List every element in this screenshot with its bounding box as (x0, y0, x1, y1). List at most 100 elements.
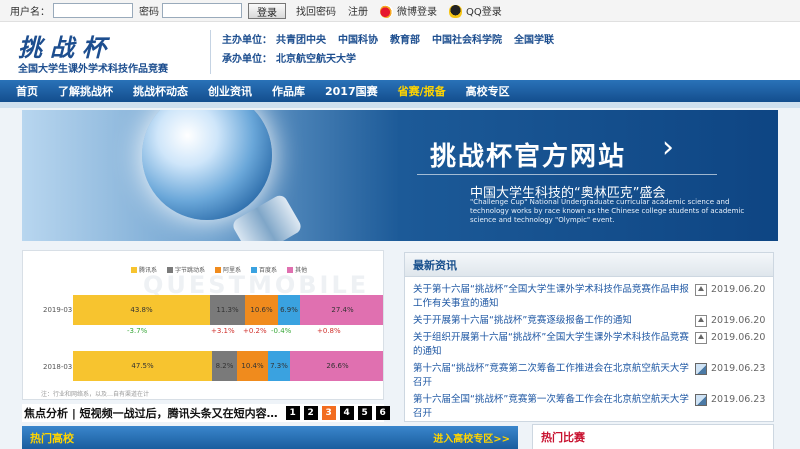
legend-item: 其他 (287, 265, 307, 274)
enter-schools-link[interactable]: 进入高校专区>> (433, 430, 510, 445)
password-label: 密码 (139, 7, 159, 18)
nav-home[interactable]: 首页 (16, 83, 38, 99)
bar-segment: 10.6% (245, 295, 278, 325)
legend-label: 阿里系 (223, 267, 242, 274)
username-label: 用户名： (10, 7, 50, 18)
news-item[interactable]: 第十六届“挑战杯”竞赛第二次筹备工作推进会在北京航空航天大学召开 2019.06… (413, 362, 767, 390)
register-link[interactable]: 注册 (348, 3, 368, 18)
legend-item: 腾讯系 (131, 265, 157, 274)
legend-swatch (251, 266, 258, 273)
bar-segment: 8.2% (212, 351, 237, 381)
login-button[interactable]: 登录 (248, 2, 286, 19)
pager-button[interactable]: 1 (285, 406, 300, 420)
legend-label: 其他 (295, 267, 308, 274)
banner-english: "Challenge Cup" National Undergraduate c… (470, 198, 745, 224)
password-input[interactable] (162, 3, 242, 18)
globe-image (142, 110, 272, 220)
banner-title: 挑战杯官方网站 (430, 142, 627, 172)
bar-segment: 47.5% (73, 351, 212, 381)
news-title[interactable]: 第十六届全国“挑战杯”竞赛第一次筹备工作会在北京航空航天大学召开 (413, 393, 693, 421)
nav-provincial[interactable]: 省赛/报备 (398, 83, 446, 99)
forgot-password-link[interactable]: 找回密码 (296, 3, 336, 18)
news-date: 2019.06.20 (711, 315, 766, 326)
legend-swatch (131, 266, 137, 273)
pager-button-active[interactable]: 3 (321, 406, 336, 420)
banner-divider (417, 174, 717, 175)
up-icon (695, 284, 707, 296)
host-label: 主办单位： (222, 35, 272, 46)
site-logo[interactable]: 挑战杯 (18, 28, 114, 63)
legend-item: 阿里系 (215, 265, 241, 274)
news-item[interactable]: 关于组织开展第十六届“挑战杯”全国大学生课外学术科技作品竞赛的通知 2019.0… (413, 331, 767, 359)
legend-swatch (287, 266, 294, 273)
qq-icon (449, 5, 462, 19)
delta-value: +3.1% (211, 327, 235, 335)
news-date: 2019.06.20 (711, 284, 766, 295)
news-item[interactable]: 第十六届全国“挑战杯”竞赛第一次筹备工作会在北京航空航天大学召开 2019.06… (413, 393, 767, 421)
nav-2017[interactable]: 2017国赛 (325, 83, 378, 99)
subnav-strip (0, 102, 800, 108)
up-icon (695, 332, 707, 344)
bar-segment: 6.9% (278, 295, 300, 325)
legend-label: 腾讯系 (139, 267, 158, 274)
feature-slide[interactable]: QUESTMOBILE 腾讯系 字节跳动系 阿里系 百度系 其他 2019-03… (22, 250, 384, 400)
chart-legend: 腾讯系 字节跳动系 阿里系 百度系 其他 (131, 265, 317, 274)
news-title[interactable]: 关于开展第十六届“挑战杯”竞赛逐级报备工作的通知 (413, 314, 693, 328)
news-title[interactable]: 关于第十六届“挑战杯”全国大学生课外学术科技作品竞赛作品申报工作有关事宜的通知 (413, 283, 693, 311)
pager-button[interactable]: 5 (357, 406, 372, 420)
nav-works[interactable]: 作品库 (272, 83, 305, 99)
news-item[interactable]: 关于第十六届“挑战杯”全国大学生课外学术科技作品竞赛作品申报工作有关事宜的通知 … (413, 283, 767, 311)
nav-news[interactable]: 挑战杯动态 (133, 83, 188, 99)
pager-button[interactable]: 4 (339, 406, 354, 420)
qq-login-link[interactable]: QQ登录 (449, 3, 502, 19)
bar-segment: 10.4% (237, 351, 268, 381)
delta-value: +0.8% (317, 327, 341, 335)
legend-label: 字节跳动系 (175, 267, 206, 274)
news-title[interactable]: 关于组织开展第十六届“挑战杯”全国大学生课外学术科技作品竞赛的通知 (413, 331, 693, 359)
hot-schools-header: 热门高校 进入高校专区>> (22, 426, 518, 449)
qq-login-label: QQ登录 (466, 6, 502, 18)
legend-item: 百度系 (251, 265, 277, 274)
hero-banner[interactable]: 挑战杯官方网站 › 中国大学生科技的“奥林匹克”盛会 "Challenge Cu… (22, 110, 778, 241)
legend-label: 百度系 (259, 267, 278, 274)
weibo-login-link[interactable]: 微博登录 (380, 3, 437, 19)
logo-subtitle: 全国大学生课外学术科技作品竞赛 (18, 64, 168, 75)
host-unit: 共青团中央 (276, 35, 326, 46)
slide-caption-bar: 焦点分析 | 短视频一战过后，腾讯头条又在短内容… 1 2 3 4 5 6 (22, 404, 390, 422)
news-date: 2019.06.20 (711, 332, 766, 343)
nav-about[interactable]: 了解挑战杯 (58, 83, 113, 99)
organizer-name: 北京航空航天大学 (276, 54, 356, 65)
hot-contest-header: 热门比赛 (532, 424, 774, 449)
news-item[interactable]: 关于开展第十六届“挑战杯”竞赛逐级报备工作的通知 2019.06.20 (413, 314, 767, 328)
stacked-bar-2018: 47.5% 8.2% 10.4% 7.3% 26.6% (73, 351, 383, 381)
delta-value: -0.4% (271, 327, 292, 335)
main-nav: 首页 了解挑战杯 挑战杯动态 创业资讯 作品库 2017国赛 省赛/报备 高校专… (0, 80, 800, 102)
pager-button[interactable]: 6 (375, 406, 390, 420)
pager-button[interactable]: 2 (303, 406, 318, 420)
weibo-icon (380, 5, 393, 19)
weibo-login-label: 微博登录 (397, 6, 437, 18)
image-icon (695, 394, 707, 406)
up-icon (695, 315, 707, 327)
legend-swatch (215, 266, 222, 273)
legend-item: 字节跳动系 (167, 265, 205, 274)
login-bar: 用户名： 密码 登录 找回密码 注册 微博登录 QQ登录 (0, 0, 800, 22)
host-unit: 全国学联 (514, 35, 554, 46)
row-label: 2018-03 (43, 363, 73, 371)
latest-news-panel: 最新资讯 关于第十六届“挑战杯”全国大学生课外学术科技作品竞赛作品申报工作有关事… (404, 252, 774, 422)
nav-schools[interactable]: 高校专区 (466, 83, 510, 99)
news-title[interactable]: 第十六届“挑战杯”竞赛第二次筹备工作推进会在北京航空航天大学召开 (413, 362, 693, 390)
legend-swatch (167, 266, 174, 273)
row-label: 2019-03 (43, 306, 73, 314)
nav-startup[interactable]: 创业资讯 (208, 83, 252, 99)
slide-caption[interactable]: 焦点分析 | 短视频一战过后，腾讯头条又在短内容… (22, 405, 278, 421)
host-unit: 中国社会科学院 (432, 35, 502, 46)
host-unit: 中国科协 (338, 35, 378, 46)
bar-segment: 7.3% (268, 351, 290, 381)
organizer-label: 承办单位： (222, 54, 272, 65)
bar-segment: 26.6% (290, 351, 383, 381)
username-input[interactable] (53, 3, 133, 18)
bar-segment: 43.8% (73, 295, 210, 325)
site-header: 挑战杯 全国大学生课外学术科技作品竞赛 主办单位： 共青团中央 中国科协 教育部… (0, 22, 800, 80)
host-units: 主办单位： 共青团中央 中国科协 教育部 中国社会科学院 全国学联 (222, 31, 566, 46)
